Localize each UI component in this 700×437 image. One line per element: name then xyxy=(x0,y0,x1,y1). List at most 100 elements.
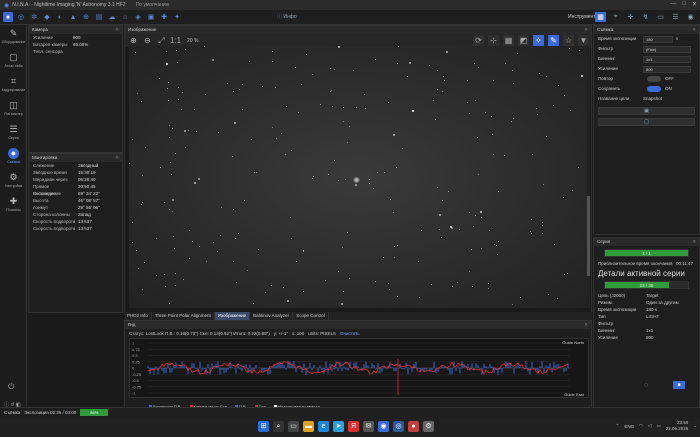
sidebar-item-options[interactable]: ⚙ Настройки xyxy=(0,172,27,188)
nina-icon[interactable]: ◉ xyxy=(378,421,389,432)
units-select[interactable]: units: PIXELS xyxy=(308,329,336,338)
rotate-icon[interactable]: ⟳ xyxy=(473,35,484,46)
dome-icon[interactable]: ⌂ xyxy=(120,12,130,22)
volume-icon[interactable]: ◁ xyxy=(648,423,651,429)
capture-button[interactable]: ▣ xyxy=(598,107,695,115)
minimize-icon[interactable]: — xyxy=(670,1,676,8)
phd2-icon[interactable]: ◎ xyxy=(393,421,404,432)
exposure-input[interactable]: 180 xyxy=(643,35,673,43)
close-icon[interactable]: ✕ xyxy=(584,26,588,34)
yandex-icon[interactable]: Я xyxy=(348,421,359,432)
puzzle-icon[interactable]: ✚ xyxy=(159,12,169,22)
filter-wheel-icon[interactable]: ◎ xyxy=(16,12,26,22)
binning-select[interactable]: 1x1 xyxy=(643,55,691,63)
sidebar-item-flat-wizard[interactable]: ◫ Flat мастер xyxy=(0,100,27,116)
search-icon[interactable]: ⌕ xyxy=(273,421,284,432)
gain-input[interactable]: 800 xyxy=(643,65,691,73)
gear-icon[interactable]: ✲ xyxy=(29,12,39,22)
x-scale-select[interactable]: x: 100 xyxy=(292,329,304,338)
profile-name[interactable]: По умолчанию xyxy=(136,2,170,8)
weather-icon[interactable]: ☁ xyxy=(107,12,117,22)
mail-icon[interactable]: ✉ xyxy=(363,421,374,432)
sequence-icon[interactable]: ☰ xyxy=(670,12,681,22)
zoom-in-icon[interactable]: ⊕ xyxy=(128,35,139,46)
mount-icon[interactable]: ▲ xyxy=(68,12,78,22)
layout-icon[interactable]: ▦ xyxy=(595,12,606,22)
image-scrollbar[interactable] xyxy=(587,46,590,308)
save-icon[interactable]: ▼ xyxy=(578,35,589,46)
camera-icon[interactable]: ● xyxy=(3,12,13,22)
annotate-icon[interactable]: ✎ xyxy=(548,35,559,46)
notifications-icon[interactable]: ◔ xyxy=(693,424,696,429)
tab-scope-control[interactable]: Scope Control xyxy=(293,312,329,320)
stop-button[interactable]: ■ xyxy=(673,381,685,389)
close-icon[interactable]: ✕ xyxy=(115,26,119,34)
telescope-icon[interactable]: ⌖ xyxy=(610,12,621,22)
tray-chevron-icon[interactable]: ⌃ xyxy=(616,423,620,429)
battery-icon[interactable]: ▭ xyxy=(656,423,660,429)
star-icon[interactable]: ☆ xyxy=(563,35,574,46)
flat-panel-icon[interactable]: ▣ xyxy=(146,12,156,22)
focuser-icon[interactable]: ◆ xyxy=(42,12,52,22)
dither-icon[interactable]: ✛ xyxy=(625,12,636,22)
close-icon[interactable]: ✕ xyxy=(692,26,696,34)
settings-icon[interactable]: ⚙ xyxy=(423,421,434,432)
close-icon[interactable]: ✕ xyxy=(115,154,119,162)
star xyxy=(220,235,221,236)
close-icon[interactable]: ✕ xyxy=(692,1,697,8)
safety-icon[interactable]: ◈ xyxy=(133,12,143,22)
star xyxy=(301,84,302,85)
sidebar-item-imaging[interactable]: ● Съёмка xyxy=(0,148,27,164)
rotator-icon[interactable]: ◐ xyxy=(55,12,65,22)
grid-icon[interactable]: ▦ xyxy=(503,35,514,46)
clear-button[interactable]: Очистить xyxy=(340,329,360,338)
target-value[interactable]: Snapshot xyxy=(643,94,662,104)
panel-header: Камера ✕ xyxy=(29,26,122,34)
zoom-1to1-button[interactable]: 1:1 xyxy=(170,35,181,46)
wifi-icon[interactable]: ◠ xyxy=(639,423,643,429)
record-icon[interactable]: ◉ xyxy=(685,12,696,22)
switch-icon[interactable]: ▤ xyxy=(94,12,104,22)
file-explorer-icon[interactable]: ▬ xyxy=(303,421,314,432)
app-icon[interactable]: ● xyxy=(408,421,419,432)
power-icon[interactable]: ⏻ xyxy=(8,382,14,392)
flat-icon[interactable]: ▭ xyxy=(655,12,666,22)
filter-select[interactable]: (Fixe) xyxy=(643,45,691,53)
save-toggle[interactable] xyxy=(647,86,661,92)
star xyxy=(332,106,333,107)
info-button[interactable]: ⓘ Инфо xyxy=(277,13,297,20)
tab-polar-alignment[interactable]: Three Point Polar Alignment xyxy=(152,312,215,320)
star-icon[interactable]: ✦ xyxy=(172,12,182,22)
zoom-out-icon[interactable]: ⊖ xyxy=(142,35,153,46)
app-title: N.I.N.A. - Nighttime Imaging 'N' Astrono… xyxy=(12,2,126,8)
telegram-icon[interactable]: ➤ xyxy=(333,421,344,432)
sidebar-item-framing[interactable]: ⌗ Кадрирование xyxy=(0,76,27,92)
tab-phd2-info[interactable]: PHD2 Info xyxy=(124,312,152,320)
task-view-icon[interactable]: ▭ xyxy=(288,421,299,432)
sidebar-item-equipment[interactable]: ✎ Оборудование xyxy=(0,28,27,44)
graph-icon[interactable]: ↯ xyxy=(640,12,651,22)
loop-toggle[interactable] xyxy=(647,76,661,82)
maximize-icon[interactable]: □ xyxy=(682,1,686,8)
clock[interactable]: 23:50 22.05.2025 xyxy=(666,420,689,432)
tab-image[interactable]: Изображение xyxy=(214,312,251,320)
star-field-image[interactable] xyxy=(129,46,587,308)
windows-start-icon[interactable]: ⊞ xyxy=(258,421,269,432)
crosshair-icon[interactable]: ⊹ xyxy=(488,35,499,46)
y-scale-select[interactable]: y: +/-1" xyxy=(274,329,288,338)
fit-icon[interactable]: ⤢ xyxy=(156,35,167,46)
sidebar-item-plugins[interactable]: ✚ Плагины xyxy=(0,196,27,212)
sidebar-item-sequence[interactable]: ☰ Серия xyxy=(0,124,27,140)
edge-icon[interactable]: e xyxy=(318,421,329,432)
sidebar-item-sky-atlas[interactable]: ▢ Атлас неба xyxy=(0,52,27,68)
star xyxy=(531,219,532,220)
scrollbar-thumb[interactable] xyxy=(587,196,590,276)
tab-bahtinov[interactable]: Bahtinov Analyzer xyxy=(250,312,294,320)
language-indicator[interactable]: ENG xyxy=(624,424,634,429)
loop-button[interactable]: ◯ xyxy=(598,118,695,126)
close-icon[interactable]: ✕ xyxy=(584,321,588,329)
close-icon[interactable]: ✕ xyxy=(692,238,696,246)
detect-stars-icon[interactable]: ✧ xyxy=(533,35,544,46)
guider-icon[interactable]: ⊕ xyxy=(81,12,91,22)
stretch-icon[interactable]: ◩ xyxy=(518,35,529,46)
